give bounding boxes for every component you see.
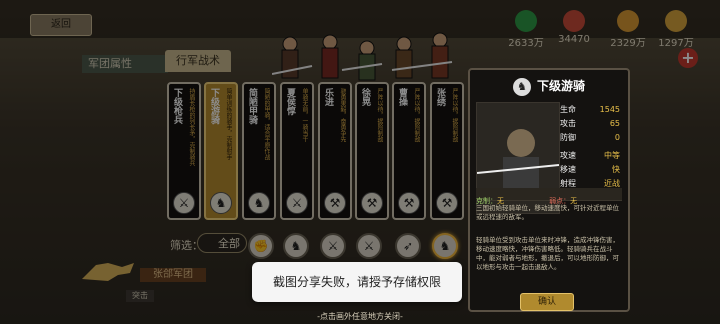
- counter-row: 克制：无 弱点：无: [476, 188, 622, 205]
- stat-hp: 生命 1545: [560, 105, 620, 114]
- panel-title-text: 下级游骑: [536, 79, 585, 93]
- unit-detail-panel: ♞ 下级游骑 生命 1545 攻击 65 防御 0 攻速 中等 移速快 射程 近战 克制：无…: [468, 68, 630, 312]
- confirm-button[interactable]: 确认: [520, 293, 574, 311]
- error-toast: 截图分享失败，请授予存储权限: [252, 262, 462, 302]
- stat-attack-speed: 攻速 中等: [560, 151, 620, 160]
- close-hint: -点击画外任意地方关闭-: [317, 312, 403, 321]
- panel-title: ♞ 下级游骑: [470, 74, 628, 98]
- stat-attack: 攻击 65: [560, 119, 620, 128]
- unit-skill-text: 轻骑单位受到攻击单位来时冲锋，造成冲锋伤害，移动速度略快，冲锋伤害略低。轻骑骑兵…: [476, 236, 619, 271]
- unit-description: 三国初始轻骑单位，移动速度快，可针对近程单位或远程速的敌军。: [476, 204, 619, 221]
- horse-title-icon: ♞: [512, 77, 531, 96]
- stat-defense: 防御 0: [560, 133, 620, 142]
- stat-move-speed: 移速快: [560, 165, 620, 174]
